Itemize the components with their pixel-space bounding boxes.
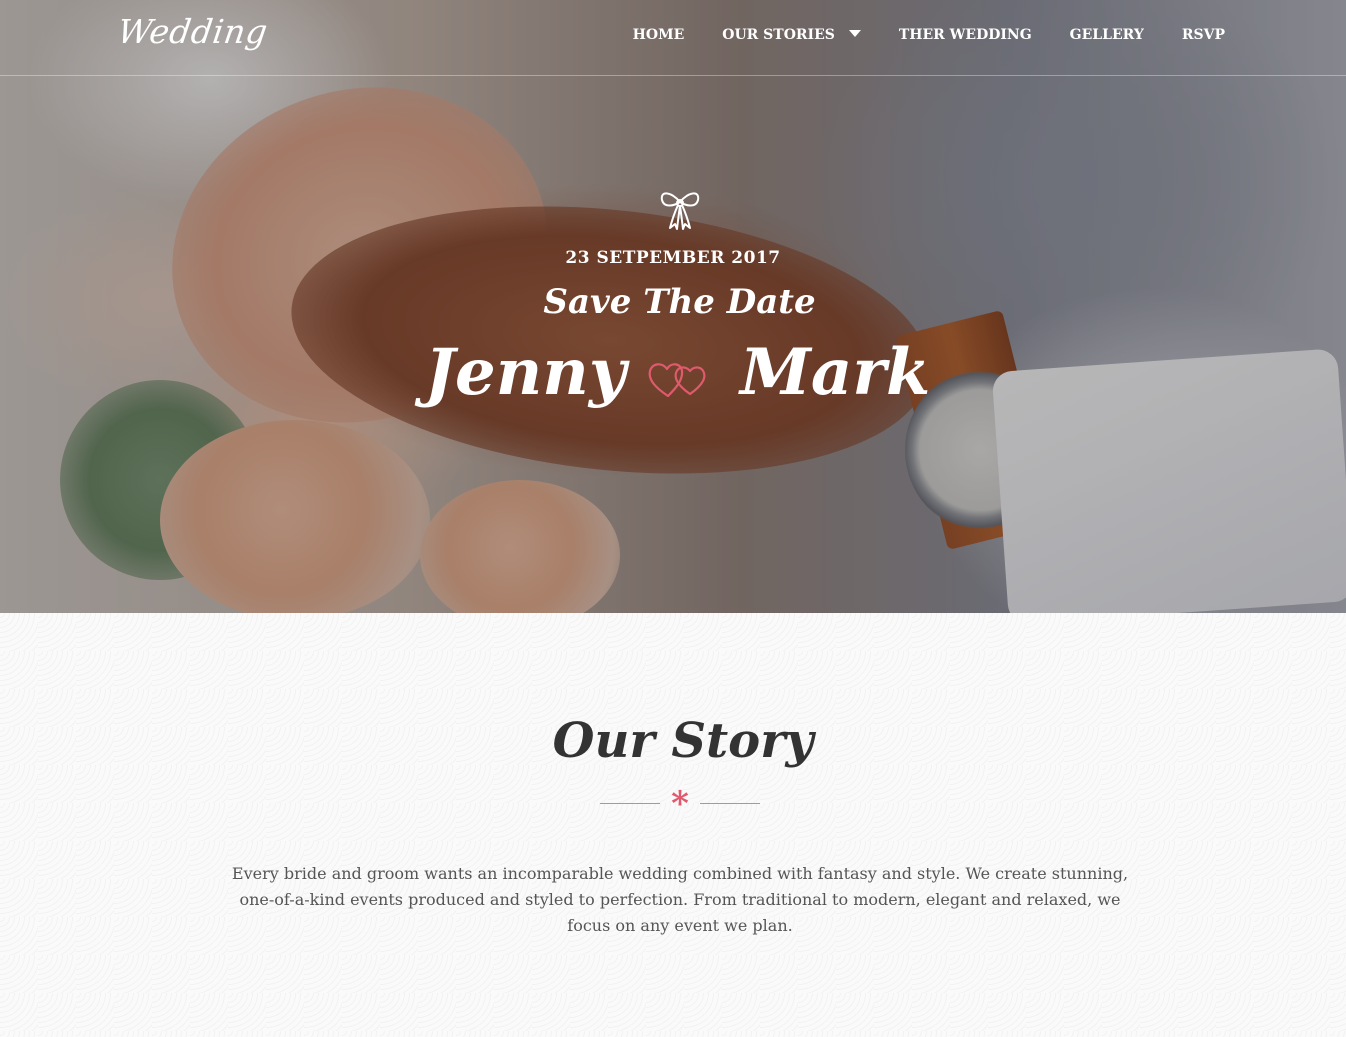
site-logo[interactable]: Wedding [115,12,270,51]
hearts-icon [648,363,706,398]
nav-rsvp-label: RSVP [1181,27,1225,43]
asterisk-icon: * [671,784,689,824]
nav-ther-wedding-label: THER WEDDING [898,27,1032,43]
nav-our-stories-label: OUR STORIES [722,27,835,43]
our-story-section: Our Story * Every bride and groom wants … [0,613,1346,1037]
nav-home[interactable]: HOME [633,27,685,43]
divider-line-right [700,803,760,804]
bow-icon [660,192,700,230]
top-nav: Wedding HOME OUR STORIES THER WEDDING GE… [0,0,1346,76]
divider-line-left [600,803,660,804]
wedding-date: 23 SETPEMBER 2017 [565,248,781,268]
bride-name: Jenny [424,335,626,410]
save-the-date-heading: Save The Date [543,282,816,322]
nav-gellery[interactable]: GELLERY [1070,27,1144,43]
main-menu: HOME OUR STORIES THER WEDDING GELLERY RS… [595,27,1225,43]
nav-home-label: HOME [632,27,685,43]
groom-name: Mark [740,335,931,410]
hero-banner: Wedding HOME OUR STORIES THER WEDDING GE… [0,0,1346,613]
section-title: Our Story [552,713,814,769]
nav-rsvp[interactable]: RSVP [1182,27,1225,43]
story-paragraph: Every bride and groom wants an incompara… [231,864,1129,935]
caret-down-icon[interactable] [848,29,861,37]
nav-ther-wedding[interactable]: THER WEDDING [899,27,1032,43]
nav-our-stories[interactable]: OUR STORIES [722,27,861,43]
nav-gellery-label: GELLERY [1069,27,1144,43]
section-divider: * [600,787,760,821]
